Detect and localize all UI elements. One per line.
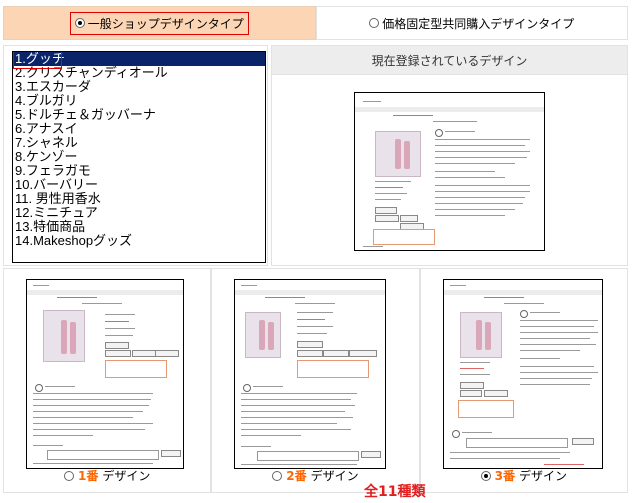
current-design-thumbnail bbox=[354, 92, 545, 251]
category-item[interactable]: 10.バーバリー bbox=[13, 178, 265, 192]
design-option-3-label[interactable]: 3番 デザイン bbox=[421, 467, 627, 484]
current-design-header: 現在登録されているデザイン bbox=[271, 45, 628, 75]
design-options-row: 1番 デザイン 2番 デザイン 3番 デザイン bbox=[3, 268, 628, 493]
top-row: 1.グッチ 2.クリスチャンディオール 3.エスカーダ 4.ブルガリ 5.ドルチ… bbox=[3, 45, 628, 266]
category-listbox[interactable]: 1.グッチ 2.クリスチャンディオール 3.エスカーダ 4.ブルガリ 5.ドルチ… bbox=[12, 51, 266, 263]
category-item[interactable]: 11. 男性用香水 bbox=[13, 192, 265, 206]
design-2-thumbnail[interactable] bbox=[234, 279, 387, 469]
category-item[interactable]: 12.ミニチュア bbox=[13, 206, 265, 220]
category-item[interactable]: 4.ブルガリ bbox=[13, 94, 265, 108]
category-item[interactable]: 1.グッチ bbox=[13, 52, 265, 66]
design-1-thumbnail[interactable] bbox=[26, 279, 184, 469]
category-item[interactable]: 5.ドルチェ＆ガッバーナ bbox=[13, 108, 265, 122]
category-item[interactable]: 14.Makeshopグッズ bbox=[13, 234, 265, 248]
design-3-number: 3番 bbox=[494, 469, 515, 483]
design-2-number: 2番 bbox=[286, 469, 307, 483]
design-option-3-cell: 3番 デザイン bbox=[419, 268, 628, 493]
design-1-suffix: デザイン bbox=[102, 469, 151, 483]
category-item[interactable]: 6.アナスイ bbox=[13, 122, 265, 136]
category-item[interactable]: 2.クリスチャンディオール bbox=[13, 66, 265, 80]
radio-design-1[interactable] bbox=[63, 470, 74, 481]
design-option-1-cell: 1番 デザイン bbox=[3, 268, 212, 493]
design-option-2-cell: 2番 デザイン bbox=[211, 268, 420, 493]
design-1-number: 1番 bbox=[77, 469, 99, 483]
radio-design-3[interactable] bbox=[480, 470, 491, 481]
tab-general-shop-inner: 一般ショップデザインタイプ bbox=[69, 11, 249, 35]
category-item[interactable]: 3.エスカーダ bbox=[13, 80, 265, 94]
current-design-cell: 現在登録されているデザイン bbox=[271, 45, 628, 266]
radio-fixed-price-group[interactable] bbox=[369, 18, 380, 28]
design-3-thumbnail[interactable] bbox=[442, 279, 603, 469]
category-item[interactable]: 13.特価商品 bbox=[13, 220, 265, 234]
design-type-tabs: 一般ショップデザインタイプ 価格固定型共同購入デザインタイプ bbox=[3, 6, 628, 40]
tab-fixed-price-label: 価格固定型共同購入デザインタイプ bbox=[382, 16, 575, 31]
category-item[interactable]: 7.シャネル bbox=[13, 136, 265, 150]
radio-general-shop[interactable] bbox=[74, 18, 85, 28]
tab-general-shop-design[interactable]: 一般ショップデザインタイプ bbox=[3, 6, 316, 40]
design-3-suffix: デザイン bbox=[518, 469, 567, 483]
design-option-1-label[interactable]: 1番 デザイン bbox=[4, 467, 210, 484]
category-item[interactable]: 9.フェラガモ bbox=[13, 164, 265, 178]
tab-fixed-price-inner: 価格固定型共同購入デザインタイプ bbox=[369, 15, 574, 32]
radio-design-2[interactable] bbox=[272, 470, 283, 481]
total-design-count: 全11種類 bbox=[364, 484, 426, 500]
tab-general-shop-label: 一般ショップデザインタイプ bbox=[87, 16, 244, 31]
current-design-preview-area bbox=[271, 75, 628, 266]
design-2-suffix: デザイン bbox=[310, 469, 359, 483]
category-list-cell: 1.グッチ 2.クリスチャンディオール 3.エスカーダ 4.ブルガリ 5.ドルチ… bbox=[3, 45, 268, 266]
tab-fixed-price-group-design[interactable]: 価格固定型共同購入デザインタイプ bbox=[315, 6, 628, 40]
category-item[interactable]: 8.ケンゾー bbox=[13, 150, 265, 164]
